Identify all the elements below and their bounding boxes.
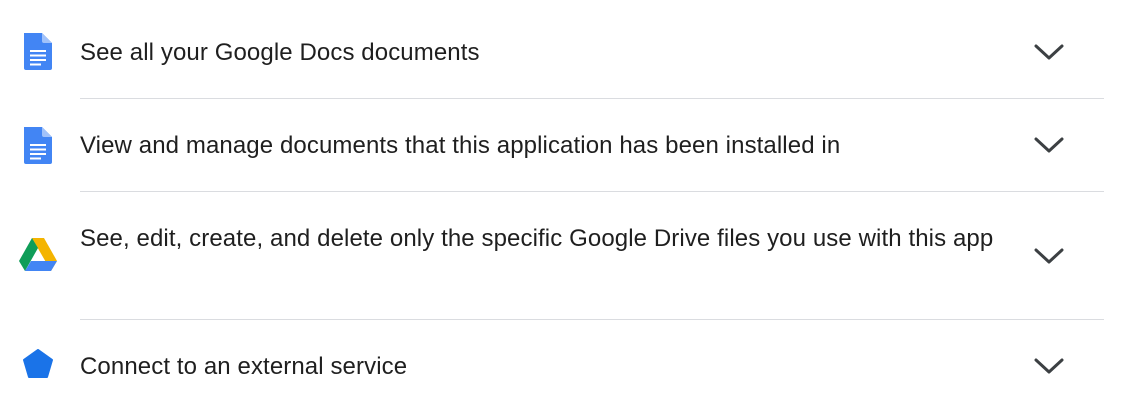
chevron-down-icon[interactable] (1031, 354, 1067, 378)
permission-label: View and manage documents that this appl… (80, 132, 841, 159)
permission-list: See all your Google Docs documents View … (0, 0, 1121, 408)
chevron-down-icon[interactable] (1031, 133, 1067, 157)
permission-label: See all your Google Docs documents (80, 39, 480, 66)
permission-label: Connect to an external service (80, 353, 408, 380)
permission-row-docs-see[interactable]: See all your Google Docs documents (0, 0, 1121, 98)
google-docs-icon (18, 125, 58, 165)
permission-row-drive-files[interactable]: See, edit, create, and delete only the s… (0, 192, 1121, 319)
google-drive-icon (18, 235, 58, 275)
external-service-icon (21, 347, 55, 381)
chevron-down-icon[interactable] (1031, 244, 1067, 268)
google-docs-icon (18, 31, 58, 71)
chevron-down-icon[interactable] (1031, 40, 1067, 64)
permission-row-external-service[interactable]: Connect to an external service (0, 320, 1121, 408)
permission-row-docs-manage[interactable]: View and manage documents that this appl… (0, 99, 1121, 191)
permission-label: See, edit, create, and delete only the s… (80, 225, 994, 252)
